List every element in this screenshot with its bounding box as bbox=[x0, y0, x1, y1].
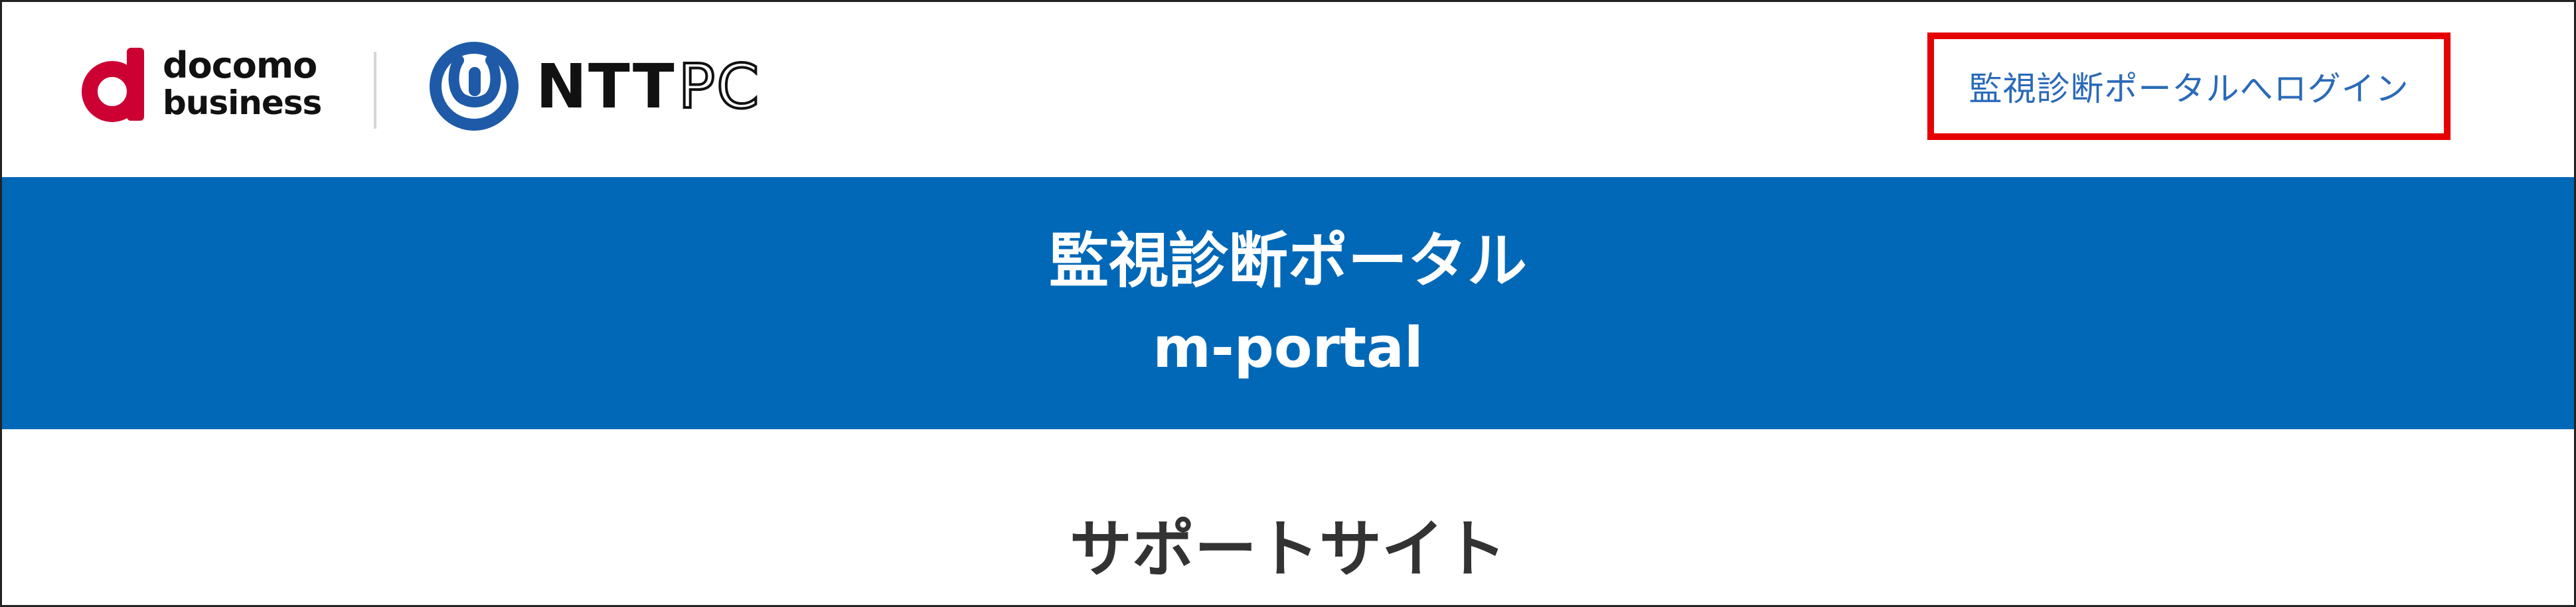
docomo-d-logo-icon bbox=[82, 48, 144, 122]
pc-logo-text: PC bbox=[677, 50, 761, 123]
page-frame: docomo business NTT PC 監視診断ポータルへログイン 監視診… bbox=[0, 0, 2576, 607]
docomo-business-logo[interactable]: docomo business bbox=[80, 34, 326, 133]
site-header: docomo business NTT PC 監視診断ポータルへログイン bbox=[2, 2, 2574, 177]
docomo-logo-text: docomo business bbox=[163, 44, 322, 122]
banner-title: 監視診断ポータル bbox=[1049, 226, 1527, 296]
ntt-loop-logo-icon bbox=[430, 42, 519, 131]
logo-divider bbox=[374, 52, 376, 129]
docomo-logo-line2: business bbox=[163, 84, 322, 122]
section-heading: サポートサイト bbox=[1069, 513, 1506, 586]
portal-banner: 監視診断ポータル m-portal bbox=[2, 177, 2574, 429]
login-link-button[interactable]: 監視診断ポータルへログイン bbox=[1927, 33, 2451, 140]
ntt-pc-logo-text: NTT PC bbox=[536, 50, 761, 123]
ntt-pc-logo[interactable]: NTT PC bbox=[427, 36, 760, 136]
ntt-logo-text: NTT bbox=[536, 50, 676, 122]
docomo-logo-line1: docomo bbox=[163, 44, 317, 86]
banner-subtitle: m-portal bbox=[1153, 314, 1423, 380]
login-link-label: 監視診断ポータルへログイン bbox=[1969, 70, 2409, 108]
